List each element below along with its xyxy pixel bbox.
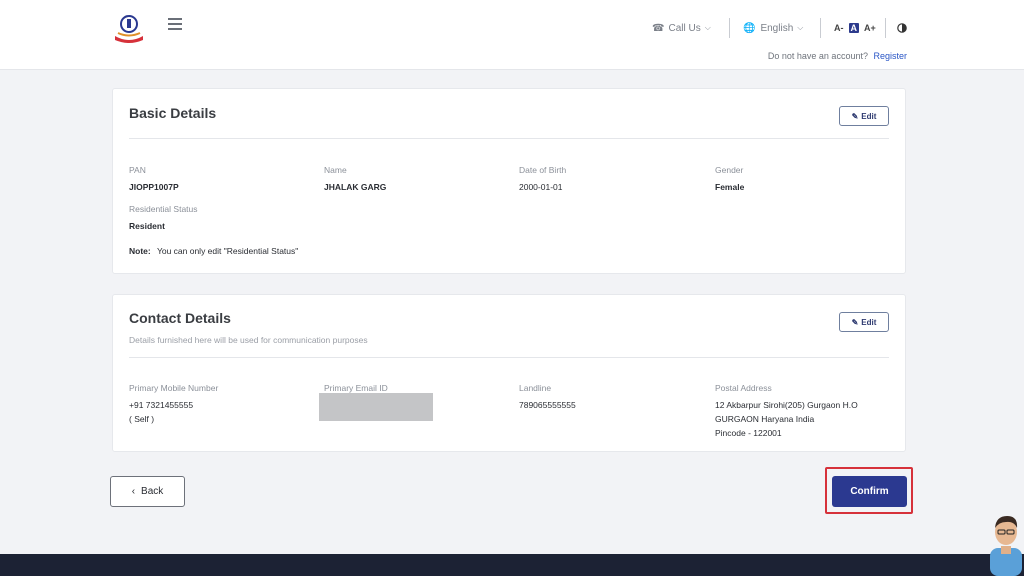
name-field: Name JHALAK GARG xyxy=(324,165,386,194)
mobile-label: Primary Mobile Number xyxy=(129,383,219,393)
font-size-controls: A- A A+ xyxy=(834,19,876,37)
landline-value: 789065555555 xyxy=(519,400,576,410)
font-increase-button[interactable]: A+ xyxy=(864,23,876,33)
pan-value: JIOPP1007P xyxy=(129,182,179,192)
basic-details-card: Basic Details ✎ Edit PAN JIOPP1007P Name… xyxy=(112,88,906,274)
pencil-icon: ✎ xyxy=(851,317,859,327)
note-text: You can only edit "Residential Status" xyxy=(156,246,299,256)
contact-details-subtitle: Details furnished here will be used for … xyxy=(129,335,368,345)
menu-icon[interactable] xyxy=(168,18,182,30)
pencil-icon: ✎ xyxy=(851,111,859,121)
chevron-down-icon: ⌵ xyxy=(797,23,804,32)
virtual-assistant-avatar-icon[interactable] xyxy=(986,510,1024,576)
residential-status-value: Resident xyxy=(129,221,165,231)
postal-address-label: Postal Address xyxy=(715,383,772,393)
phone-icon: ☎ xyxy=(652,22,665,34)
edit-label: Edit xyxy=(861,317,877,327)
residential-status-label: Residential Status xyxy=(129,204,198,214)
mobile-field: Primary Mobile Number +91 7321455555 ( S… xyxy=(129,383,218,426)
landline-label: Landline xyxy=(519,383,552,393)
basic-details-edit-button[interactable]: ✎ Edit xyxy=(839,106,889,126)
font-default-button[interactable]: A xyxy=(848,23,859,33)
call-us-dropdown[interactable]: ☎ Call Us ⌵ xyxy=(652,19,711,37)
language-dropdown[interactable]: 🌐 English ⌵ xyxy=(743,19,803,37)
footer-bar xyxy=(0,554,1024,576)
divider xyxy=(129,357,889,358)
mobile-value: +91 7321455555 xyxy=(129,400,194,410)
edit-note: Note: You can only edit "Residential Sta… xyxy=(129,246,298,256)
globe-icon: 🌐 xyxy=(743,22,756,34)
contact-details-title: Contact Details xyxy=(129,310,231,326)
pan-field: PAN JIOPP1007P xyxy=(129,165,179,194)
emblem-logo-icon[interactable] xyxy=(112,14,146,44)
address-line-3: Pincode - 122001 xyxy=(715,428,782,438)
separator xyxy=(885,18,886,38)
postal-address-field: Postal Address 12 Akbarpur Sirohi(205) G… xyxy=(715,383,858,440)
address-line-2: GURGAON Haryana India xyxy=(715,414,815,424)
contrast-toggle[interactable] xyxy=(897,19,907,37)
edit-label: Edit xyxy=(861,111,877,121)
confirm-button[interactable]: Confirm xyxy=(832,476,907,507)
language-label: English xyxy=(760,22,794,34)
separator xyxy=(820,18,821,38)
back-button[interactable]: ‹ Back xyxy=(110,476,185,507)
name-label: Name xyxy=(324,165,347,175)
font-decrease-button[interactable]: A- xyxy=(834,23,844,33)
contact-details-card: Contact Details Details furnished here w… xyxy=(112,294,906,452)
note-label: Note: xyxy=(129,246,151,256)
back-label: Back xyxy=(141,486,164,497)
dob-value: 2000-01-01 xyxy=(519,182,563,192)
redacted-email-block xyxy=(319,393,433,421)
top-header: ☎ Call Us ⌵ 🌐 English ⌵ A- A A+ Do not h… xyxy=(0,0,1024,70)
basic-details-title: Basic Details xyxy=(129,105,217,121)
name-value: JHALAK GARG xyxy=(324,182,387,192)
chevron-left-icon: ‹ xyxy=(131,486,136,497)
divider xyxy=(129,138,889,139)
pan-label: PAN xyxy=(129,165,146,175)
residential-status-field: Residential Status Resident xyxy=(129,204,198,233)
call-us-label: Call Us xyxy=(668,22,701,34)
mobile-owner: ( Self ) xyxy=(129,414,155,424)
address-line-1: 12 Akbarpur Sirohi(205) Gurgaon H.O xyxy=(715,400,858,410)
register-link[interactable]: Register xyxy=(873,51,907,61)
landline-field: Landline 789065555555 xyxy=(519,383,576,412)
gender-value: Female xyxy=(715,182,745,192)
dob-label: Date of Birth xyxy=(519,165,567,175)
account-prompt: Do not have an account? Register xyxy=(768,51,907,61)
gender-label: Gender xyxy=(715,165,744,175)
contrast-icon xyxy=(897,23,907,33)
chevron-down-icon: ⌵ xyxy=(704,23,711,32)
contact-details-edit-button[interactable]: ✎ Edit xyxy=(839,312,889,332)
confirm-highlight-box: Confirm xyxy=(825,467,913,514)
separator xyxy=(729,18,730,38)
gender-field: Gender Female xyxy=(715,165,744,194)
dob-field: Date of Birth 2000-01-01 xyxy=(519,165,566,194)
email-label: Primary Email ID xyxy=(324,383,388,393)
account-prompt-text: Do not have an account? xyxy=(767,51,868,61)
